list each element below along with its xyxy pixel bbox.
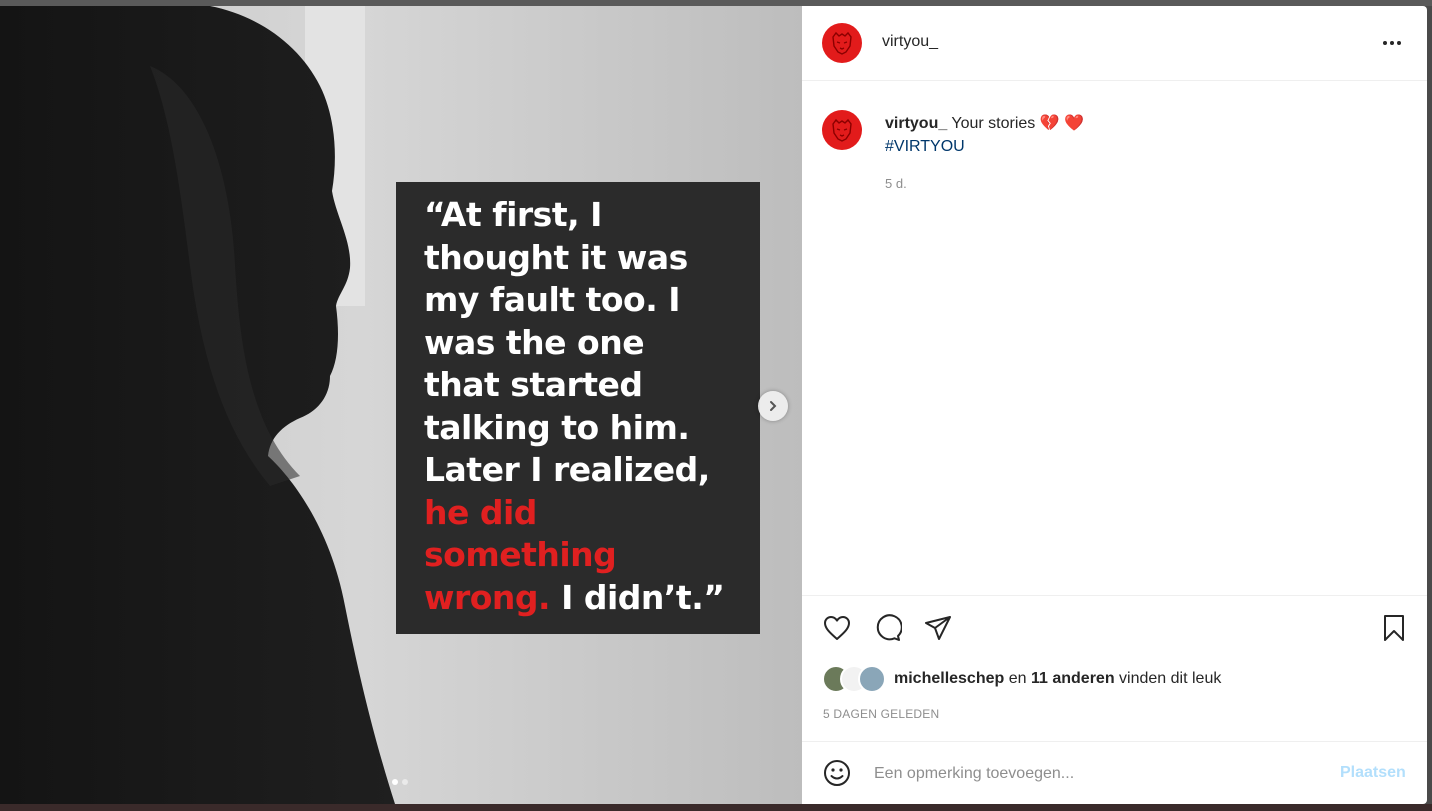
share-button[interactable] [923, 613, 953, 643]
likes-summary[interactable]: michelleschep en 11 anderen vinden dit l… [822, 665, 1221, 693]
tiger-logo-icon [832, 31, 852, 55]
quote-line-highlight: he did [424, 492, 537, 532]
quote-line: was the one [424, 322, 645, 362]
likes-joiner: en [1008, 670, 1027, 687]
post-header: virtyou_ [802, 6, 1427, 81]
quote-ending: I didn’t.” [550, 577, 725, 617]
save-button[interactable] [1379, 613, 1409, 643]
quote-line: Later I realized, [424, 450, 710, 489]
tiger-logo-icon [832, 118, 852, 142]
quote-highlight-word: wrong. [424, 577, 551, 617]
caption-line: virtyou_ Your stories 💔 ❤️ [885, 112, 1084, 135]
hashtag-link[interactable]: #VIRTYOU [885, 135, 1084, 158]
comment-button[interactable] [873, 613, 903, 643]
likes-others[interactable]: 11 anderen [1031, 670, 1115, 687]
backdrop-bottom [0, 804, 1432, 811]
slide-dot [402, 779, 408, 785]
quote-line: thought it was [424, 237, 688, 277]
post-comment-button[interactable]: Plaatsen [1340, 764, 1406, 782]
chevron-right-icon [770, 401, 777, 411]
likes-suffix: vinden dit leuk [1119, 670, 1222, 687]
share-icon [925, 616, 951, 640]
caption-avatar[interactable] [822, 110, 862, 150]
next-slide-button[interactable] [758, 391, 788, 421]
quote-line: my fault too. I [424, 280, 681, 319]
bookmark-icon [1384, 615, 1404, 641]
more-options-button[interactable] [1380, 33, 1404, 53]
quote-text: “At first, I thought it was my fault too… [424, 194, 744, 619]
actions-area: michelleschep en 11 anderen vinden dit l… [802, 595, 1427, 742]
emoji-icon [824, 760, 850, 786]
slide-indicator [392, 779, 408, 785]
post-panel: virtyou_ virtyou_ Your stories 💔 ❤️ #VIR… [802, 6, 1427, 804]
post-age[interactable]: 5 DAGEN GELEDEN [823, 707, 939, 721]
liker-avatar [858, 665, 886, 693]
caption-text: Your stories [951, 115, 1036, 132]
liker-username[interactable]: michelleschep [894, 670, 1004, 687]
caption-username[interactable]: virtyou_ [885, 115, 947, 132]
slide-dot-active [392, 779, 398, 785]
comment-input[interactable] [872, 758, 1316, 790]
like-button[interactable] [822, 613, 852, 643]
comment-form: Plaatsen [802, 740, 1427, 804]
likes-text: michelleschep en 11 anderen vinden dit l… [894, 670, 1221, 688]
quote-line-final: wrong. I didn’t.” [424, 577, 744, 620]
avatar[interactable] [822, 23, 862, 63]
caption-emojis: 💔 ❤️ [1039, 115, 1085, 132]
header-username[interactable]: virtyou_ [882, 33, 938, 51]
woman-silhouette [0, 6, 395, 804]
comment-icon [876, 614, 902, 641]
caption-timestamp: 5 d. [885, 176, 907, 191]
quote-line: talking to him. [424, 407, 690, 447]
post-media[interactable]: “At first, I thought it was my fault too… [0, 6, 802, 804]
emoji-button[interactable] [822, 758, 852, 788]
quote-line: “At first, I [424, 195, 602, 234]
heart-icon [824, 616, 850, 640]
quote-line: that started [424, 365, 643, 404]
quote-line-highlight: something [424, 535, 617, 574]
caption: virtyou_ Your stories 💔 ❤️ #VIRTYOU [885, 112, 1084, 158]
more-icon [1383, 41, 1401, 45]
quote-card: “At first, I thought it was my fault too… [396, 182, 760, 634]
